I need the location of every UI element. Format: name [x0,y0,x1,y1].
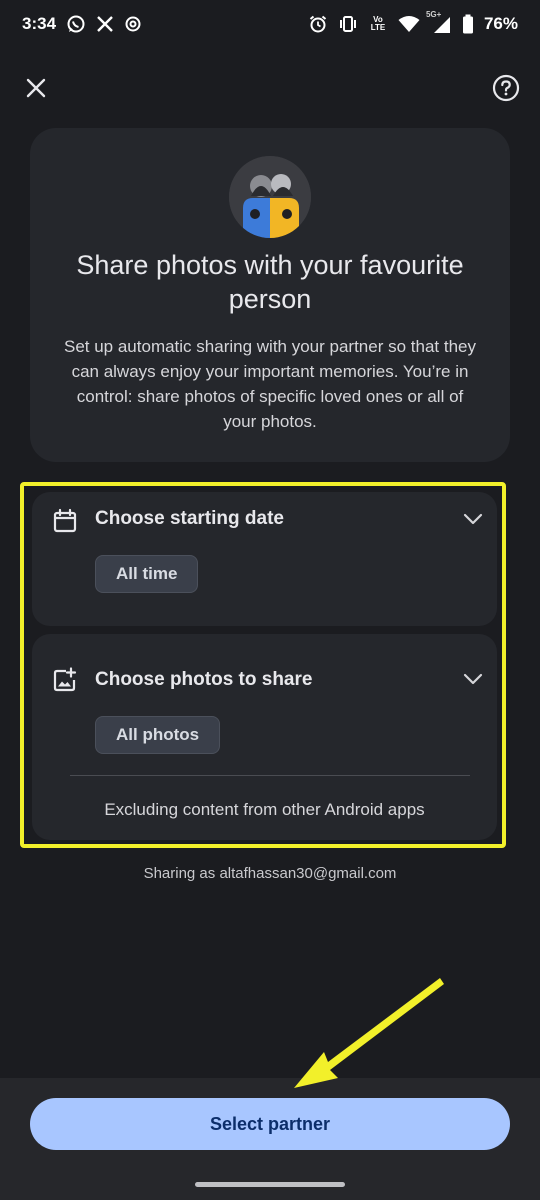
volte-icon: Vo LTE [368,16,388,32]
battery-icon [462,14,474,34]
threads-icon [124,15,142,33]
intro-title: Share photos with your favourite person [76,250,464,314]
intro-description: Set up automatic sharing with your partn… [63,337,476,431]
arrow-annotation-icon [294,978,444,1088]
status-time: 3:34 [22,14,57,33]
network-type-label: 5G+ [425,10,442,19]
vibrate-icon [338,14,358,34]
home-indicator[interactable] [195,1182,345,1187]
status-bar: 3:34 Vo LTE 5G+ 76% [0,0,540,48]
close-button[interactable] [18,70,54,106]
wifi-icon [398,15,420,33]
x-icon [96,15,114,33]
alarm-icon [308,14,328,34]
volte-label: Vo LTE [370,15,386,32]
5g-signal-icon: 5G+ [426,10,452,34]
whatsapp-icon [66,14,86,34]
top-app-bar [0,64,540,112]
select-partner-button[interactable]: Select partner [30,1098,510,1150]
battery-percent: 76% [483,14,518,33]
close-icon [26,78,46,98]
partner-sharing-illustration [229,156,311,238]
help-icon [492,74,520,102]
status-bar-left: 3:34 [22,14,142,34]
intro-card: Share photos with your favourite person … [30,128,510,462]
highlight-annotation [20,482,506,848]
sharing-as-account: Sharing as altafhassan30@gmail.com [143,865,397,882]
help-button[interactable] [488,70,524,106]
status-bar-right: Vo LTE 5G+ 76% [308,10,518,34]
